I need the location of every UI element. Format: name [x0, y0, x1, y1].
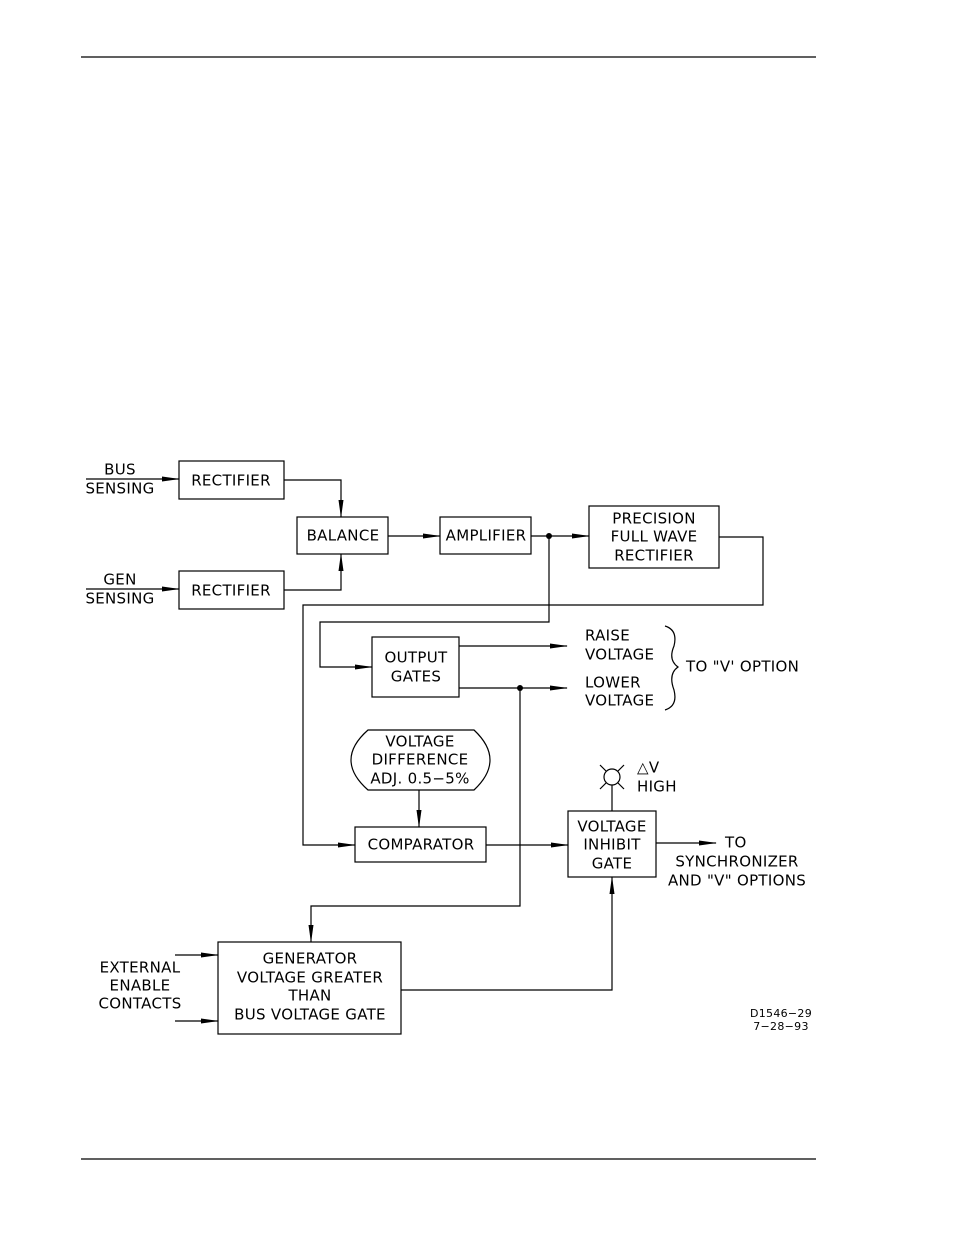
svg-text:RECTIFIER: RECTIFIER [191, 472, 271, 490]
svg-text:OUTPUT: OUTPUT [385, 649, 448, 667]
svg-text:GENERATOR: GENERATOR [263, 950, 358, 968]
generator-greater-than-bus-gate-block: GENERATOR VOLTAGE GREATER THAN BUS VOLTA… [217, 941, 402, 1035]
drawing-id: D1546−29 7−28−93 [750, 1007, 812, 1033]
svg-text:BUS VOLTAGE GATE: BUS VOLTAGE GATE [234, 1006, 386, 1024]
lower-voltage-label: LOWER VOLTAGE [585, 674, 654, 710]
svg-text:VOLTAGE: VOLTAGE [585, 646, 654, 664]
svg-text:LOWER: LOWER [585, 674, 641, 692]
svg-text:AND "V" OPTIONS: AND "V" OPTIONS [668, 872, 806, 890]
svg-text:PRECISION: PRECISION [612, 510, 696, 528]
svg-text:COMPARATOR: COMPARATOR [368, 836, 475, 854]
voltage-inhibit-gate-block: VOLTAGE INHIBIT GATE [567, 810, 657, 878]
svg-text:RECTIFIER: RECTIFIER [614, 547, 694, 565]
svg-text:ENABLE: ENABLE [110, 977, 171, 995]
to-synchronizer-label: TO SYNCHRONIZER AND "V" OPTIONS [668, 834, 806, 890]
svg-text:VOLTAGE: VOLTAGE [585, 692, 654, 710]
svg-text:TO: TO [724, 834, 747, 852]
svg-text:VOLTAGE GREATER: VOLTAGE GREATER [237, 969, 383, 987]
svg-text:FULL WAVE: FULL WAVE [611, 528, 698, 546]
svg-text:CONTACTS: CONTACTS [98, 995, 181, 1013]
svg-text:RAISE: RAISE [585, 627, 630, 645]
svg-text:VOLTAGE: VOLTAGE [577, 818, 646, 836]
delta-v-high-label: △V HIGH [637, 759, 677, 796]
block-diagram: BUS SENSING GEN SENSING RECTIFIER RECTIF… [81, 56, 816, 1160]
gen-sensing-input: GEN SENSING [85, 571, 180, 608]
svg-text:BALANCE: BALANCE [307, 527, 380, 545]
svg-text:△V: △V [637, 759, 660, 777]
rectifier-bus-block: RECTIFIER [178, 460, 285, 500]
svg-text:DIFFERENCE: DIFFERENCE [372, 751, 469, 769]
bus-sensing-input: BUS SENSING [85, 461, 180, 498]
svg-text:D1546−29: D1546−29 [750, 1007, 812, 1020]
brace [664, 625, 680, 711]
svg-text:AMPLIFIER: AMPLIFIER [446, 527, 527, 545]
amplifier-block: AMPLIFIER [439, 516, 532, 555]
raise-voltage-label: RAISE VOLTAGE [585, 627, 654, 664]
comparator-block: COMPARATOR [354, 826, 487, 863]
svg-text:THAN: THAN [287, 987, 331, 1005]
svg-text:GATES: GATES [391, 668, 441, 686]
svg-text:GATE: GATE [592, 855, 633, 873]
svg-text:7−28−93: 7−28−93 [753, 1020, 809, 1033]
svg-text:BUS: BUS [104, 461, 136, 479]
rectifier-gen-block: RECTIFIER [178, 570, 285, 610]
output-gates-block: OUTPUT GATES [371, 636, 460, 698]
svg-text:VOLTAGE: VOLTAGE [385, 733, 454, 751]
svg-text:HIGH: HIGH [637, 778, 677, 796]
svg-text:INHIBIT: INHIBIT [583, 836, 641, 854]
svg-text:EXTERNAL: EXTERNAL [100, 959, 181, 977]
svg-text:SENSING: SENSING [85, 480, 154, 498]
precision-rectifier-block: PRECISION FULL WAVE RECTIFIER [588, 505, 720, 569]
svg-text:ADJ. 0.5−5%: ADJ. 0.5−5% [370, 770, 469, 788]
svg-text:SENSING: SENSING [85, 590, 154, 608]
balance-block: BALANCE [296, 516, 389, 555]
svg-text:RECTIFIER: RECTIFIER [191, 582, 271, 600]
svg-text:GEN: GEN [103, 571, 136, 589]
voltage-difference-adjust: VOLTAGE DIFFERENCE ADJ. 0.5−5% [350, 729, 491, 791]
svg-text:SYNCHRONIZER: SYNCHRONIZER [675, 853, 798, 871]
external-enable-contacts-input: EXTERNAL ENABLE CONTACTS [98, 952, 219, 1024]
to-v-option-label: TO "V' OPTION [685, 658, 799, 676]
lamp-icon [599, 764, 625, 811]
